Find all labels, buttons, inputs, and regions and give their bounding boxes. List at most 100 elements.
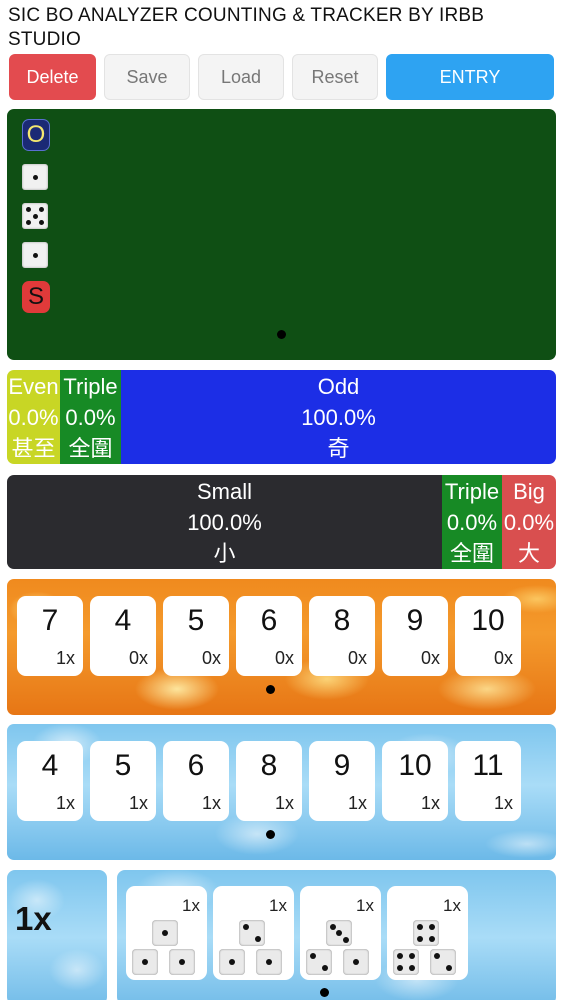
number-card[interactable]: 10 0x — [455, 596, 521, 676]
number-card[interactable]: 4 1x — [17, 741, 83, 821]
pip — [342, 936, 349, 943]
card-count: 0x — [201, 648, 221, 668]
card-number: 10 — [398, 749, 432, 782]
history-board[interactable]: OS — [7, 109, 556, 360]
number-card[interactable]: 4 0x — [90, 596, 156, 676]
pip — [329, 923, 336, 930]
pip — [353, 959, 359, 965]
die-icon — [306, 949, 332, 975]
number-card[interactable]: 6 1x — [163, 741, 229, 821]
dice-combo-card[interactable]: 1x — [213, 886, 294, 980]
pip — [336, 930, 342, 936]
card-count: 0x — [128, 648, 148, 668]
pip — [26, 207, 31, 212]
small-percent: 100.0% — [187, 509, 262, 535]
odd-cjk-label: 奇 — [327, 435, 350, 461]
small-cjk-label: 小 — [213, 540, 236, 566]
delete-button[interactable]: Delete — [9, 54, 96, 100]
pip — [397, 964, 404, 971]
number-card[interactable]: 6 0x — [236, 596, 302, 676]
pip — [321, 964, 328, 971]
odd-label: Odd — [317, 373, 360, 399]
triple-segment[interactable]: Triple 0.0% 全圍 — [442, 475, 502, 569]
number-card[interactable]: 5 0x — [163, 596, 229, 676]
combo-count: 1x — [182, 896, 200, 915]
app-title: SIC BO ANALYZER COUNTING & TRACKER BY IR… — [8, 5, 485, 50]
combo-total-count: 1x — [15, 900, 52, 937]
pip — [243, 924, 250, 931]
die-icon — [132, 949, 158, 975]
card-count: 1x — [128, 793, 148, 813]
pip — [179, 959, 185, 965]
dice-combo-card[interactable]: 1x — [126, 886, 207, 980]
number-card[interactable]: 7 1x — [17, 596, 83, 676]
triple-segment[interactable]: Triple 0.0% 全圍 — [60, 370, 121, 464]
pip — [32, 213, 38, 219]
page-indicator-dot — [320, 988, 329, 997]
even-percent: 0.0% — [8, 404, 59, 430]
number-card[interactable]: 8 1x — [236, 741, 302, 821]
even-cjk-label: 甚至 — [11, 435, 56, 461]
big-segment[interactable]: Big 0.0% 大 — [502, 475, 556, 569]
card-count: 1x — [420, 793, 440, 813]
triple-label: Triple — [63, 373, 118, 399]
pip — [408, 964, 415, 971]
pip — [39, 207, 44, 212]
pip — [26, 220, 31, 225]
ice-number-strip[interactable]: 4 1x 5 1x 6 1x 8 1x 9 1x 10 1x 11 1x — [7, 724, 556, 860]
big-small-bar: Small 100.0% 小 Triple 0.0% 全圍 Big 0.0% 大 — [7, 475, 556, 569]
odd-percent: 100.0% — [301, 404, 376, 430]
toolbar: Delete Save Load Reset ENTRY — [9, 54, 554, 100]
save-button[interactable]: Save — [104, 54, 190, 100]
fire-card-row: 7 1x 4 0x 5 0x 6 0x 8 0x 9 0x 10 0x — [17, 596, 521, 676]
fire-number-strip[interactable]: 7 1x 4 0x 5 0x 6 0x 8 0x 9 0x 10 0x — [7, 579, 556, 715]
odd-even-bar: Even 0.0% 甚至 Triple 0.0% 全圍 Odd 100.0% 奇 — [7, 370, 556, 464]
number-card[interactable]: 9 1x — [309, 741, 375, 821]
number-card[interactable]: 5 1x — [90, 741, 156, 821]
odd-segment[interactable]: Odd 100.0% 奇 — [121, 370, 556, 464]
dice-combo-card[interactable]: 1x — [387, 886, 468, 980]
pip — [417, 924, 424, 931]
small-label: Small — [196, 478, 252, 504]
ice-card-row: 4 1x 5 1x 6 1x 8 1x 9 1x 10 1x 11 1x — [17, 741, 521, 821]
reset-button[interactable]: Reset — [292, 54, 378, 100]
small-segment[interactable]: Small 100.0% 小 — [7, 475, 442, 569]
pip — [310, 953, 317, 960]
card-number: 8 — [333, 604, 351, 637]
history-column: OS — [22, 119, 54, 326]
even-label: Even — [8, 373, 59, 399]
die-icon — [343, 949, 369, 975]
pip — [162, 930, 168, 936]
dice-combo-strip[interactable]: 1x 1x 1x 1x — [117, 870, 556, 1000]
triple-percent: 0.0% — [65, 404, 116, 430]
entry-button[interactable]: ENTRY — [386, 54, 554, 100]
pip — [428, 935, 435, 942]
pip — [445, 964, 452, 971]
odd-marker-icon: O — [22, 119, 50, 151]
die-five-icon — [22, 203, 48, 229]
even-segment[interactable]: Even 0.0% 甚至 — [7, 370, 60, 464]
combo-count: 1x — [443, 896, 461, 915]
card-count: 0x — [420, 648, 440, 668]
number-card[interactable]: 8 0x — [309, 596, 375, 676]
small-marker-icon: S — [22, 281, 50, 313]
dice-combo-card[interactable]: 1x — [300, 886, 381, 980]
pip — [434, 953, 441, 960]
card-count: 1x — [55, 793, 75, 813]
combo-count: 1x — [269, 896, 287, 915]
card-count: 1x — [55, 648, 75, 668]
combo-total-panel: 1x — [7, 870, 107, 1000]
die-icon — [413, 920, 439, 946]
number-card[interactable]: 11 1x — [455, 741, 521, 821]
card-count: 1x — [493, 793, 513, 813]
card-number: 5 — [114, 749, 132, 782]
number-card[interactable]: 9 0x — [382, 596, 448, 676]
load-button[interactable]: Load — [198, 54, 284, 100]
number-card[interactable]: 10 1x — [382, 741, 448, 821]
page-indicator-dot — [277, 330, 286, 339]
pip — [254, 935, 261, 942]
die-icon — [256, 949, 282, 975]
die-icon — [393, 949, 419, 975]
dice-combo-row: 1x 1x 1x 1x — [126, 886, 468, 980]
card-number: 4 — [114, 604, 132, 637]
